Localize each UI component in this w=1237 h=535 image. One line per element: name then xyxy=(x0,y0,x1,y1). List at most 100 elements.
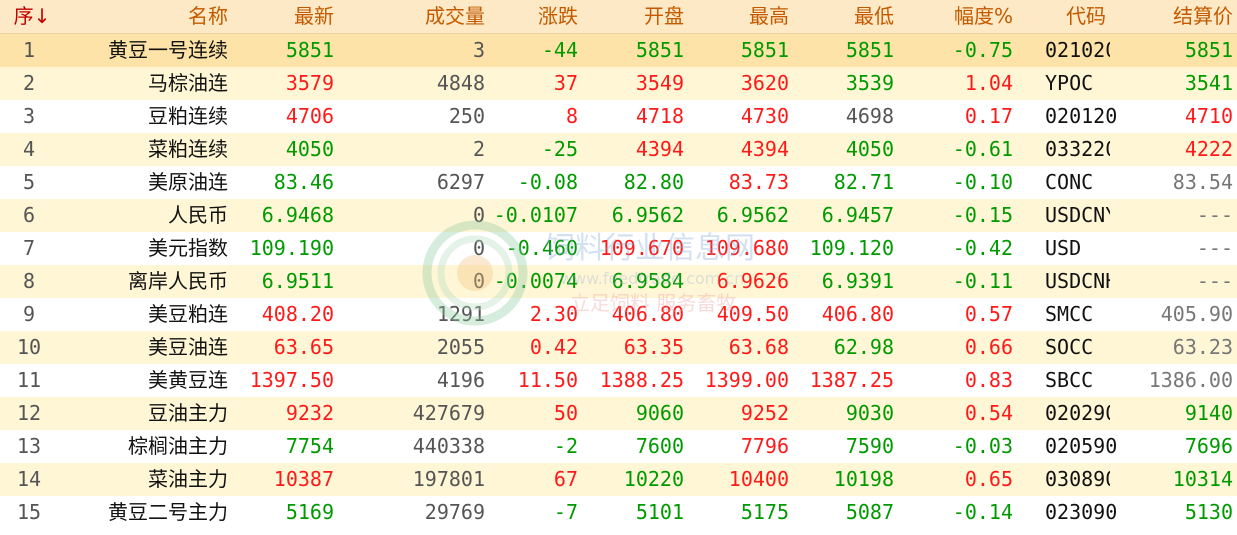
row-volume: 6297 xyxy=(436,170,485,194)
row-index: 2 xyxy=(0,67,62,100)
row-open: 6.9562 xyxy=(582,199,688,232)
row-settle: 83.54 xyxy=(1172,170,1233,194)
row-settle: 5130 xyxy=(1184,500,1233,524)
row-low: 82.71 xyxy=(833,170,894,194)
table-row[interactable]: 6 人民币 6.9468 0 -0.0107 6.9562 6.9562 6.9457 -0.1… xyxy=(0,199,1237,232)
table-row[interactable]: 13 棕榈油主力 7754 440338 -2 7600 7796 7590 -0.03 0205… xyxy=(0,430,1237,463)
header-pct[interactable]: 幅度% xyxy=(898,0,1017,33)
row-high: 4730 xyxy=(740,104,789,128)
row-last: 9232 xyxy=(232,397,338,430)
row-settle: 4222 xyxy=(1110,133,1237,166)
row-pct: -0.10 xyxy=(952,170,1013,194)
header-name[interactable]: 名称 xyxy=(62,0,232,33)
table-row[interactable]: 7 美元指数 109.190 0 -0.460 109.670 109.680 109.120… xyxy=(0,232,1237,265)
row-index: 12 xyxy=(0,397,62,430)
row-change: -25 xyxy=(489,133,582,166)
row-open: 1388.25 xyxy=(599,368,684,392)
row-settle: 405.90 xyxy=(1160,302,1233,326)
row-name: 黄豆二号主力 xyxy=(108,500,228,524)
row-high: 63.68 xyxy=(688,331,793,364)
table-row[interactable]: 12 豆油主力 9232 427679 50 9060 9252 9030 0.54 020290… xyxy=(0,397,1237,430)
table-row[interactable]: 11 美黄豆连 1397.50 4196 11.50 1388.25 1399.00 1387… xyxy=(0,364,1237,397)
row-open: 3549 xyxy=(582,67,688,100)
row-change: -0.0107 xyxy=(489,199,582,232)
row-low: 406.80 xyxy=(821,302,894,326)
table-header: 序↓ 名称 最新 成交量 涨跌 开盘 最高 最低 幅度% 代码 结算价 xyxy=(0,0,1237,34)
row-open: 5851 xyxy=(582,34,688,67)
row-change: 50 xyxy=(489,397,582,430)
row-name: 棕榈油主力 xyxy=(128,434,228,458)
header-code[interactable]: 代码 xyxy=(1017,0,1110,33)
row-settle: 9140 xyxy=(1110,397,1237,430)
row-index: 8 xyxy=(0,265,62,298)
row-high: 7796 xyxy=(740,434,789,458)
table-row[interactable]: 1 黄豆一号连续 5851 3 -44 5851 5851 5851 -0.75 021020 58… xyxy=(0,34,1237,67)
row-pct: 1.04 xyxy=(898,67,1017,100)
header-change[interactable]: 涨跌 xyxy=(489,0,582,33)
row-pct: -0.75 xyxy=(898,34,1017,67)
row-index: 14 xyxy=(0,463,62,496)
row-settle: 4710 xyxy=(1184,104,1233,128)
header-index-sort[interactable]: 序↓ xyxy=(0,0,62,33)
row-code: USD xyxy=(1045,236,1082,260)
row-open: 4718 xyxy=(635,104,684,128)
row-code: USDCNY xyxy=(1017,199,1117,232)
header-low[interactable]: 最低 xyxy=(793,0,898,33)
row-volume: 29769 xyxy=(424,500,485,524)
row-code: SOCC xyxy=(1017,331,1110,364)
header-last[interactable]: 最新 xyxy=(232,0,338,33)
row-low: 1387.25 xyxy=(809,368,894,392)
row-change: 11.50 xyxy=(517,368,578,392)
row-low: 3539 xyxy=(793,67,898,100)
row-last: 10387 xyxy=(232,463,338,496)
header-high[interactable]: 最高 xyxy=(688,0,793,33)
row-settle: --- xyxy=(1196,236,1233,260)
row-volume: 250 xyxy=(448,104,485,128)
row-index: 4 xyxy=(0,133,62,166)
row-name: 美豆粕连 xyxy=(148,302,228,326)
row-pct: 0.17 xyxy=(964,104,1013,128)
header-settle[interactable]: 结算价 xyxy=(1110,0,1237,33)
row-settle: 10314 xyxy=(1110,463,1237,496)
row-last: 7754 xyxy=(285,434,334,458)
row-volume: 197801 xyxy=(338,463,489,496)
row-name: 美豆油连 xyxy=(62,331,232,364)
row-name: 离岸人民币 xyxy=(62,265,232,298)
row-name: 菜粕连续 xyxy=(62,133,232,166)
row-index: 7 xyxy=(22,236,36,260)
row-low: 6.9391 xyxy=(793,265,898,298)
row-high: 3620 xyxy=(688,67,793,100)
row-high: 409.50 xyxy=(716,302,789,326)
row-open: 82.80 xyxy=(623,170,684,194)
row-low: 4698 xyxy=(845,104,894,128)
row-last: 3579 xyxy=(232,67,338,100)
table-row[interactable]: 8 离岸人民币 6.9511 0 -0.0074 6.9584 6.9626 6.9391 -0… xyxy=(0,265,1237,298)
row-name: 美黄豆连 xyxy=(148,368,228,392)
row-settle: 5851 xyxy=(1110,34,1237,67)
header-volume[interactable]: 成交量 xyxy=(338,0,489,33)
row-pct: 0.65 xyxy=(898,463,1017,496)
row-pct: -0.61 xyxy=(898,133,1017,166)
table-row[interactable]: 9 美豆粕连 408.20 1291 2.30 406.80 409.50 406.80 0.5… xyxy=(0,298,1237,331)
table-row[interactable]: 14 菜油主力 10387 197801 67 10220 10400 10198 0.65 03… xyxy=(0,463,1237,496)
row-settle: 7696 xyxy=(1184,434,1233,458)
row-pct: -0.11 xyxy=(898,265,1017,298)
table-row[interactable]: 2 马棕油连 3579 4848 37 3549 3620 3539 1.04 YPOC 3541 xyxy=(0,67,1237,100)
row-low: 5087 xyxy=(845,500,894,524)
row-last: 5851 xyxy=(232,34,338,67)
row-name: 马棕油连 xyxy=(62,67,232,100)
table-row[interactable]: 10 美豆油连 63.65 2055 0.42 63.35 63.68 62.98 0.66 SO… xyxy=(0,331,1237,364)
table-row[interactable]: 3 豆粕连续 4706 250 8 4718 4730 4698 0.17 020120 4710 xyxy=(0,100,1237,133)
row-high: 6.9626 xyxy=(688,265,793,298)
row-high: 9252 xyxy=(688,397,793,430)
table-row[interactable]: 15 黄豆二号主力 5169 29769 -7 5101 5175 5087 -0.14 0230… xyxy=(0,496,1237,529)
row-open: 109.670 xyxy=(599,236,684,260)
table-row[interactable]: 5 美原油连 83.46 6297 -0.08 82.80 83.73 82.71 -0.10 C… xyxy=(0,166,1237,199)
row-last: 1397.50 xyxy=(249,368,334,392)
table-row[interactable]: 4 菜粕连续 4050 2 -25 4394 4394 4050 -0.61 033220 4222 xyxy=(0,133,1237,166)
row-code: 030890 xyxy=(1017,463,1117,496)
row-volume: 427679 xyxy=(338,397,489,430)
row-change: -2 xyxy=(553,434,578,458)
header-open[interactable]: 开盘 xyxy=(582,0,688,33)
row-index: 1 xyxy=(0,34,62,67)
